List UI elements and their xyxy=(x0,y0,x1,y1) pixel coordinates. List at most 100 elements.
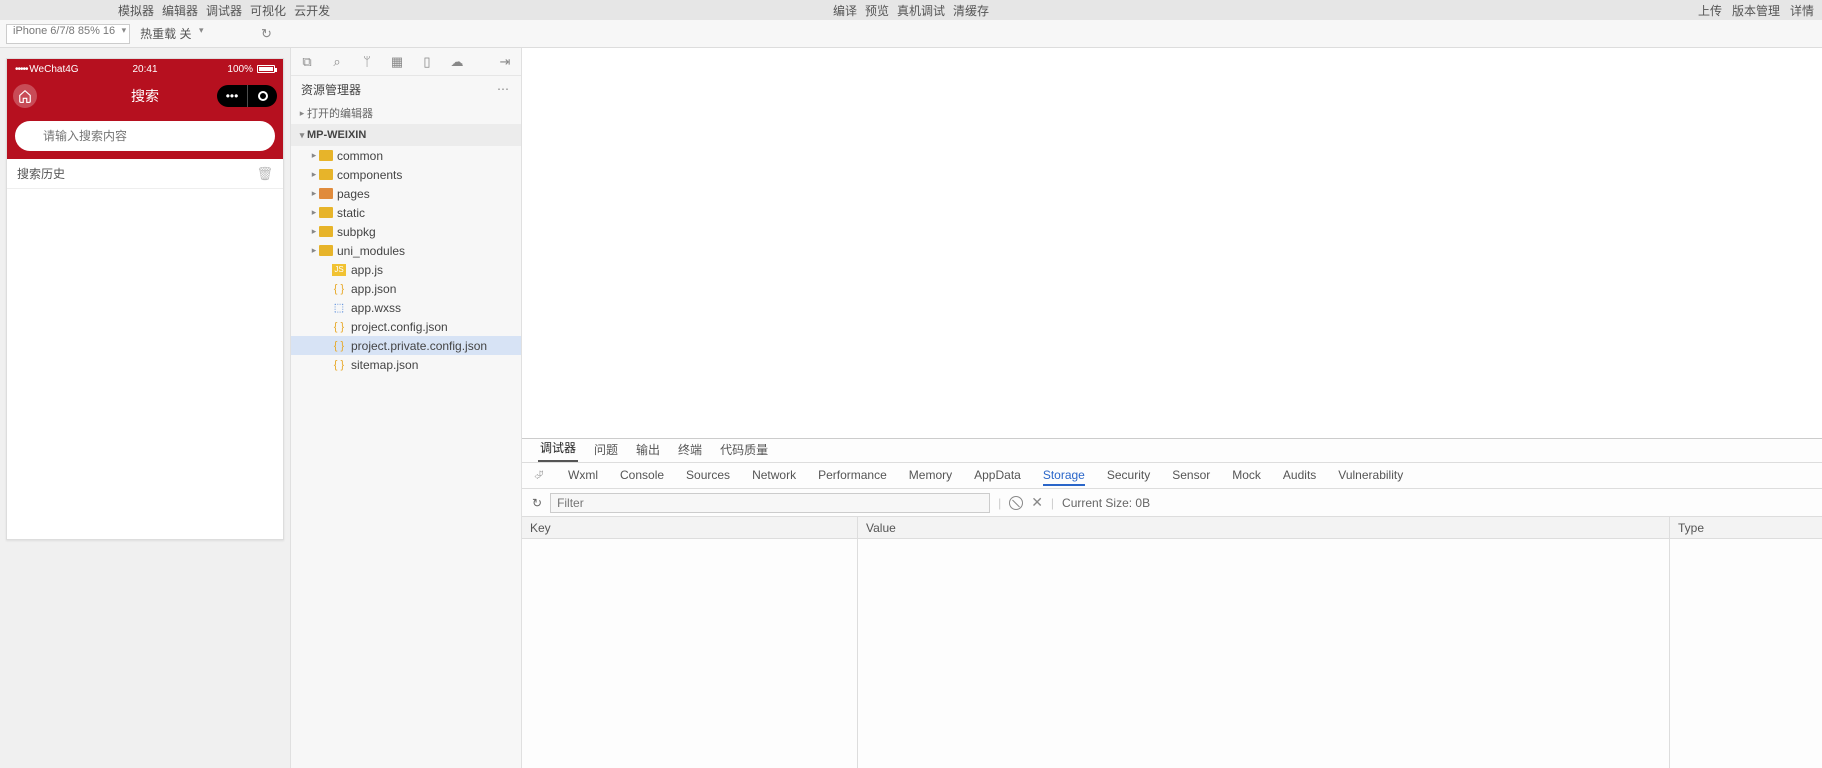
panel-tab-wxml[interactable]: Wxml xyxy=(568,466,598,486)
devtools-tab-问题[interactable]: 问题 xyxy=(592,439,620,462)
chevron-right-icon: ▸ xyxy=(309,188,319,199)
copy-icon[interactable]: ⧉ xyxy=(299,54,315,70)
search-history-label: 搜索历史 xyxy=(17,165,65,182)
chevron-right-icon: ▸ xyxy=(309,169,319,180)
capsule-close-icon[interactable] xyxy=(247,85,277,107)
open-editors-section[interactable]: ▸ 打开的编辑器 xyxy=(291,102,521,124)
menu-editor[interactable]: 编辑器 xyxy=(162,2,198,19)
panel-tab-network[interactable]: Network xyxy=(752,466,796,486)
panel-tab-performance[interactable]: Performance xyxy=(818,466,887,486)
action-clear-cache[interactable]: 清缓存 xyxy=(953,2,989,19)
file-project-private-config-json[interactable]: { } project.private.config.json xyxy=(291,336,521,355)
search-input[interactable] xyxy=(15,121,275,151)
more-icon[interactable]: ⋯ xyxy=(497,82,511,96)
tree-item-label: subpkg xyxy=(337,225,376,239)
panel-tab-vulnerability[interactable]: Vulnerability xyxy=(1338,466,1403,486)
tree-item-label: components xyxy=(337,168,402,182)
editor-blank-area xyxy=(522,48,1822,438)
devtools-tab-代码质量[interactable]: 代码质量 xyxy=(718,439,770,462)
hot-reload-toggle[interactable]: 热重载 关 xyxy=(140,25,203,42)
panel-tab-mock[interactable]: Mock xyxy=(1232,466,1261,486)
devtools-tab-调试器[interactable]: 调试器 xyxy=(538,437,578,462)
folder-icon xyxy=(319,169,333,180)
layout-icon[interactable]: ▦ xyxy=(389,54,405,70)
search-icon[interactable]: ⌕ xyxy=(329,54,345,70)
clear-storage-icon[interactable] xyxy=(1009,496,1023,510)
panel-tab-sensor[interactable]: Sensor xyxy=(1172,466,1210,486)
storage-th-value: Value xyxy=(858,517,1669,539)
folder-icon xyxy=(319,226,333,237)
collapse-icon[interactable]: ⇥ xyxy=(497,54,513,70)
storage-th-type: Type xyxy=(1670,517,1822,539)
devtools-tab-输出[interactable]: 输出 xyxy=(634,439,662,462)
explorer-toolbar: ⧉ ⌕ ᛘ ▦ ▯ ☁ ⇥ xyxy=(291,48,521,76)
tree-item-label: static xyxy=(337,206,365,220)
action-compile[interactable]: 编译 xyxy=(833,2,857,19)
folder-uni_modules[interactable]: ▸uni_modules xyxy=(291,241,521,260)
action-upload[interactable]: 上传 xyxy=(1698,2,1722,19)
device-select[interactable]: iPhone 6/7/8 85% 16 xyxy=(6,24,130,44)
storage-col-value[interactable]: Value xyxy=(858,517,1670,768)
panel-tab-appdata[interactable]: AppData xyxy=(974,466,1021,486)
devtools-top-tabs: 调试器问题输出终端代码质量 xyxy=(522,439,1822,463)
tree-item-label: common xyxy=(337,149,383,163)
panel-tab-memory[interactable]: Memory xyxy=(909,466,952,486)
tree-item-label: project.private.config.json xyxy=(351,339,487,353)
js-file-icon: JS xyxy=(331,263,347,276)
panel-tab-sources[interactable]: Sources xyxy=(686,466,730,486)
panel-tab-security[interactable]: Security xyxy=(1107,466,1150,486)
tree-item-label: app.js xyxy=(351,263,383,277)
home-icon[interactable] xyxy=(13,84,37,108)
action-preview[interactable]: 预览 xyxy=(865,2,889,19)
storage-th-key: Key xyxy=(522,517,857,539)
event-icon[interactable]: ☁ xyxy=(449,54,465,70)
menubar-right-group: 上传 版本管理 详情 xyxy=(1698,2,1814,19)
folder-static[interactable]: ▸static xyxy=(291,203,521,222)
file-app-wxss[interactable]: ⬚app.wxss xyxy=(291,298,521,317)
folder-subpkg[interactable]: ▸subpkg xyxy=(291,222,521,241)
panel-tab-console[interactable]: Console xyxy=(620,466,664,486)
refresh-icon[interactable]: ↻ xyxy=(257,25,275,43)
branch-icon[interactable]: ᛘ xyxy=(359,54,375,70)
status-battery-pct: 100% xyxy=(227,64,253,75)
file-app-json[interactable]: { }app.json xyxy=(291,279,521,298)
file-project-config-json[interactable]: { }project.config.json xyxy=(291,317,521,336)
delete-entry-icon[interactable]: ✕ xyxy=(1031,494,1043,511)
panel-tab-storage[interactable]: Storage xyxy=(1043,466,1085,486)
action-version[interactable]: 版本管理 xyxy=(1732,2,1780,19)
panel-icon[interactable]: ▯ xyxy=(419,54,435,70)
project-root[interactable]: ▾ MP-WEIXIN xyxy=(291,124,521,146)
storage-filter-input[interactable] xyxy=(550,493,990,513)
phone-frame: WeChat4G 20:41 100% 搜索 ••• xyxy=(6,58,284,540)
menu-debugger[interactable]: 调试器 xyxy=(206,2,242,19)
storage-col-type[interactable]: Type xyxy=(1670,517,1822,768)
trash-icon[interactable]: 🗑 xyxy=(256,166,273,182)
file-app-js[interactable]: JS app.js xyxy=(291,260,521,279)
json-file-icon: { } xyxy=(331,321,347,333)
storage-col-key[interactable]: Key xyxy=(522,517,858,768)
menubar-center-group: 编译 预览 真机调试 清缓存 xyxy=(833,2,989,19)
capsule-buttons: ••• xyxy=(217,85,277,107)
menu-simulator[interactable]: 模拟器 xyxy=(118,2,154,19)
devtools-tab-终端[interactable]: 终端 xyxy=(676,439,704,462)
folder-components[interactable]: ▸ components xyxy=(291,165,521,184)
file-sitemap-json[interactable]: { }sitemap.json xyxy=(291,355,521,374)
action-remote-debug[interactable]: 真机调试 xyxy=(897,2,945,19)
top-menubar: 模拟器 编辑器 调试器 可视化 云开发 编译 预览 真机调试 清缓存 上传 版本… xyxy=(0,0,1822,20)
chevron-right-icon: ▸ xyxy=(297,108,307,119)
folder-icon xyxy=(319,245,333,256)
reload-icon[interactable]: ↻ xyxy=(532,496,542,510)
menu-cloud[interactable]: 云开发 xyxy=(294,2,330,19)
folder-pages[interactable]: ▸ pages xyxy=(291,184,521,203)
folder-common[interactable]: ▸ common xyxy=(291,146,521,165)
panel-tab-audits[interactable]: Audits xyxy=(1283,466,1316,486)
tree-item-label: pages xyxy=(337,187,370,201)
action-details[interactable]: 详情 xyxy=(1790,2,1814,19)
element-picker-icon[interactable]: ⮰ xyxy=(534,468,550,483)
json-file-icon: { } xyxy=(331,340,347,352)
wxss-file-icon: ⬚ xyxy=(331,301,347,314)
chevron-right-icon: ▸ xyxy=(309,150,319,161)
file-tree: ▸ 打开的编辑器 ▾ MP-WEIXIN ▸common▸components▸… xyxy=(291,102,521,374)
menu-visual[interactable]: 可视化 xyxy=(250,2,286,19)
capsule-menu-icon[interactable]: ••• xyxy=(217,85,247,107)
